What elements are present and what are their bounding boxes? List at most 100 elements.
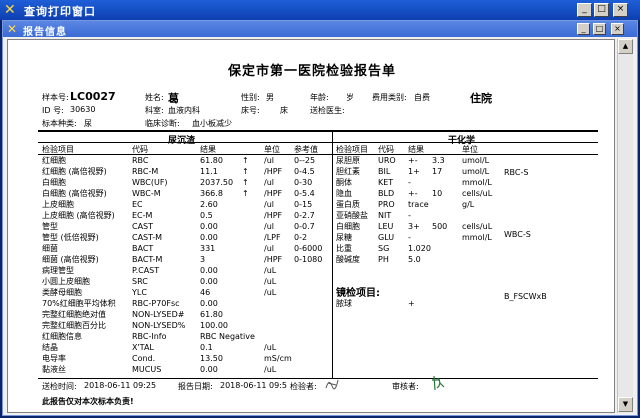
id-value: 30630 [70,105,96,114]
item-code: YLC [132,288,147,297]
table-row: 红细胞信息 RBC-Info RBC Negative [42,331,332,342]
item-unit: /ul [264,156,274,165]
item-code: BLD [378,189,395,198]
item-name: 上皮细胞 (高倍视野) [42,211,115,220]
minimize-button[interactable]: _ [577,3,592,17]
diagnosis-label: 临床诊断: [145,119,180,128]
left-table-header: 检验项目 代码 结果 单位 参考值 [42,144,332,155]
item-result: 331 [200,244,216,253]
bed-unit: 床 [280,106,288,115]
item-unit: umol/L [462,167,490,176]
item-unit: cells/uL [462,222,493,231]
item-name: 尿糖 [336,233,352,242]
item-name: 尿胆原 [336,156,360,165]
item-result: 0.00 [200,222,218,231]
item-unit: /uL [264,266,277,275]
item-name: 上皮细胞 [42,200,74,209]
specimen-type-label: 标本种类: [42,119,77,128]
item-code: LEU [378,222,394,231]
header-rule [38,130,598,132]
item-reference: 0-0.7 [294,222,315,231]
item-name: 亚硝酸盐 [336,211,368,220]
item-code: NIT [378,211,392,220]
item-code: EC-M [132,211,153,220]
item-unit: cells/uL [462,189,493,198]
header-code: 代码 [132,145,148,154]
table-row: 胆红素 BIL 1+ 17 umol/L [336,166,506,177]
table-row: 酮体 KET - mmol/L [336,177,506,188]
item-result: 0.00 [200,266,218,275]
item-code: KET [378,178,394,187]
item-result: trace [408,200,429,209]
item-unit: /HPF [264,255,283,264]
item-flag: ↑ [242,189,249,198]
header-result: 结果 [200,145,216,154]
table-row: 完整红细胞绝对值 NON-LYSED# 61.80 [42,309,332,320]
window-title: 查询打印窗口 [24,5,96,18]
table-row: 红细胞 (高倍视野) RBC-M 11.1 ↑ /HPF 0-4.5 [42,166,332,177]
vertical-scrollbar[interactable]: ▲ ▼ [617,39,633,413]
item-result: RBC Negative [200,332,255,341]
item-code: Cond. [132,354,156,363]
item-name: 隐血 [336,189,352,198]
sex-value: 男 [266,93,274,102]
item-code: BACT-M [132,255,163,264]
header-unit: 单位 [264,145,280,154]
item-result: - [408,211,411,220]
report-sheet: 保定市第一医院检验报告单 样本号: LC0027 姓名: 葛 性别: 男 年龄:… [7,39,615,413]
maximize-button[interactable]: □ [594,3,609,17]
item-name: 70%红细胞平均体积 [42,299,116,308]
table-row: 细菌 (高倍视野) BACT-M 3/HPF 0-1080 [42,254,332,265]
report-title: 保定市第一医院检验报告单 [227,64,396,79]
panel-minimize-button[interactable]: _ [577,23,590,35]
item-result: 1+ [408,167,420,176]
item-unit: /uL [264,277,277,286]
window-title-bar: ✕ 查询打印窗口 _ □ × [0,0,640,20]
fsc-scattergram-label: B_FSCWxB [504,292,547,301]
item-result: +- [408,156,418,165]
panel-maximize-button[interactable]: □ [593,23,606,35]
item-unit: umol/L [462,156,490,165]
panel-title: 报告信息 [23,27,67,38]
item-flag: ↑ [242,167,249,176]
item-result: - [408,178,411,187]
scroll-down-arrow-icon[interactable]: ▼ [618,397,633,412]
item-unit: /HPF [264,167,283,176]
item-result: 46 [200,288,211,297]
table-row: 白细胞 WBC(UF) 2037.50 ↑ /ul 0-30 [42,177,332,188]
panel-close-button[interactable]: × [611,23,624,35]
header-item: 检验项目 [336,145,368,154]
table-row: 病理管型 P.CAST 0.00/uL [42,265,332,276]
item-result: 5.0 [408,255,421,264]
panel-icon: ✕ [7,22,18,36]
table-row: 小圆上皮细胞 SRC 0.00/uL [42,276,332,287]
item-result: 100.00 [200,321,228,330]
item-name: 管型 [42,222,58,231]
reviewer-label: 审核者: [392,382,419,391]
bed-label: 床号: [241,106,260,115]
table-row: 类酵母细胞 YLC 46/uL [42,287,332,298]
item-reference: 0-2.7 [294,211,315,220]
table-row: 管型 CAST 0.00/ul 0-0.7 [42,221,332,232]
table-row: 管型 (低倍视野) CAST-M 0.00/LPF 0-2 [42,232,332,243]
table-row: 隐血 BLD +- 10 cells/uL [336,188,506,199]
item-unit: /ul [264,244,274,253]
header-result: 结果 [408,145,424,154]
id-label: ID 号: [42,106,64,115]
item-code: WBC(UF) [132,178,168,187]
item-result: 1.020 [408,244,431,253]
scroll-up-arrow-icon[interactable]: ▲ [618,39,633,54]
item-reference: 0--25 [294,156,316,165]
sex-label: 性别: [241,93,260,102]
item-result: 3+ [408,222,420,231]
wbc-scattergram-label: WBC-S [504,230,531,239]
right-table-header: 检验项目 代码 结果 单位 [336,144,596,155]
close-button[interactable]: × [613,3,628,17]
item-name: 白细胞 [336,222,360,231]
disclaimer-note: 此报告仅对本次标本负责! [42,397,134,406]
item-result: 61.80 [200,156,223,165]
sender-label: 送检医生: [310,106,345,115]
tester-label: 检验者: [290,382,317,391]
table-row: 完整红细胞百分比 NON-LYSED% 100.00 [42,320,332,331]
table-row: 白细胞 LEU 3+ 500 cells/uL [336,221,506,232]
